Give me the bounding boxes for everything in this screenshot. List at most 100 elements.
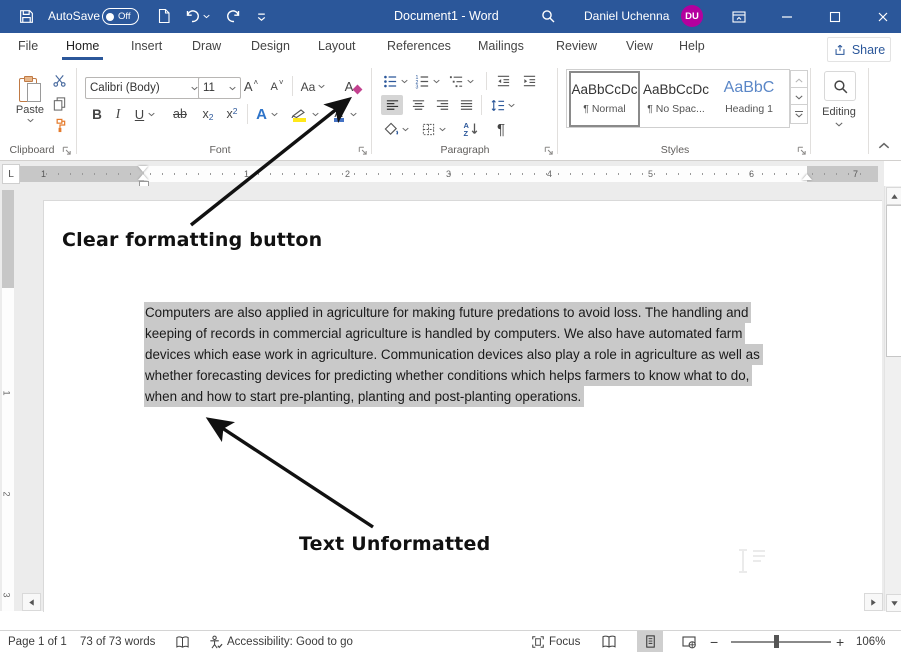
focus-mode-button[interactable]: Focus xyxy=(531,631,580,653)
line-spacing-button[interactable] xyxy=(487,95,517,115)
share-button[interactable]: Share xyxy=(827,37,891,62)
copy-button[interactable] xyxy=(49,94,69,112)
horizontal-ruler[interactable]: 1 1 2 3 4 5 6 7 xyxy=(20,166,878,182)
style-heading-1[interactable]: AaBbC Heading 1 xyxy=(714,73,784,123)
autosave-toggle[interactable]: Off xyxy=(102,8,139,25)
document-text-line: keeping of records in commercial agricul… xyxy=(144,323,745,344)
chevron-down-icon xyxy=(312,112,319,117)
shrink-font-button[interactable]: A˅ xyxy=(266,76,288,97)
scrollbar-thumb[interactable] xyxy=(886,205,901,357)
strikethrough-button[interactable]: ab xyxy=(168,104,192,124)
zoom-in-button[interactable]: + xyxy=(836,631,844,653)
style-normal[interactable]: AaBbCcDc ¶ Normal xyxy=(569,71,640,127)
search-icon[interactable] xyxy=(540,8,556,24)
numbering-button[interactable] xyxy=(413,72,441,90)
selected-paragraph[interactable]: Computers are also applied in agricultur… xyxy=(144,302,763,407)
avatar[interactable]: DU xyxy=(681,5,703,27)
tab-insert[interactable]: Insert xyxy=(131,39,162,53)
decrease-indent-button[interactable] xyxy=(493,72,513,90)
tab-mailings[interactable]: Mailings xyxy=(478,39,524,53)
tab-draw[interactable]: Draw xyxy=(192,39,221,53)
save-icon[interactable] xyxy=(18,8,35,25)
chevron-down-icon xyxy=(271,112,278,117)
align-right-button[interactable] xyxy=(431,95,453,115)
tab-layout[interactable]: Layout xyxy=(318,39,356,53)
zoom-out-button[interactable]: − xyxy=(710,631,718,653)
proofing-status[interactable] xyxy=(175,631,190,653)
multilevel-list-button[interactable] xyxy=(447,72,475,90)
maximize-button[interactable] xyxy=(818,0,852,33)
scroll-up-button[interactable] xyxy=(886,187,901,205)
styles-more-button[interactable] xyxy=(790,104,808,124)
collapse-ribbon-button[interactable] xyxy=(878,142,890,149)
clipboard-dialog-launcher[interactable] xyxy=(61,145,72,156)
grow-font-button[interactable]: A˄ xyxy=(240,76,262,97)
tab-review[interactable]: Review xyxy=(556,39,597,53)
bold-button[interactable]: B xyxy=(88,104,106,124)
undo-button[interactable] xyxy=(184,8,210,24)
redo-button[interactable] xyxy=(226,8,242,24)
format-painter-button[interactable] xyxy=(49,116,69,134)
font-size-combo[interactable]: 11 xyxy=(198,77,241,99)
show-hide-pilcrow-button[interactable]: ¶ xyxy=(491,118,511,140)
print-layout-button[interactable] xyxy=(637,631,663,652)
ribbon-display-options-button[interactable] xyxy=(722,0,756,33)
sort-button[interactable] xyxy=(459,119,483,139)
subscript-button[interactable]: x2 xyxy=(197,104,219,124)
tab-home[interactable]: Home xyxy=(66,39,99,53)
chevron-down-icon[interactable] xyxy=(835,122,843,127)
bullets-button[interactable] xyxy=(381,72,409,90)
hanging-indent-marker[interactable] xyxy=(138,174,148,180)
align-left-button[interactable] xyxy=(381,95,403,115)
text-effects-button[interactable]: A xyxy=(252,104,282,124)
zoom-level[interactable]: 106% xyxy=(856,631,885,653)
user-name[interactable]: Daniel Uchenna xyxy=(584,9,669,23)
tab-help[interactable]: Help xyxy=(679,39,705,53)
tab-file[interactable]: File xyxy=(18,39,38,53)
right-indent-marker[interactable] xyxy=(802,174,812,180)
italic-button[interactable]: I xyxy=(110,104,126,124)
accessibility-status[interactable]: Accessibility: Good to go xyxy=(208,631,353,653)
shading-button[interactable] xyxy=(381,119,411,139)
word-count[interactable]: 73 of 73 words xyxy=(80,631,155,653)
scroll-down-button[interactable] xyxy=(886,594,901,612)
underline-button[interactable]: U xyxy=(130,104,160,124)
editing-group-button[interactable] xyxy=(824,71,856,101)
cut-button[interactable] xyxy=(49,71,69,89)
tab-references[interactable]: References xyxy=(387,39,451,53)
zoom-slider-track[interactable] xyxy=(731,641,831,643)
tab-stop-selector[interactable]: L xyxy=(2,164,20,184)
superscript-button[interactable]: x2 xyxy=(221,104,243,124)
paste-button[interactable]: Paste xyxy=(10,68,50,130)
font-name-combo[interactable]: Calibri (Body) xyxy=(85,77,203,99)
tab-view[interactable]: View xyxy=(626,39,653,53)
borders-button[interactable] xyxy=(417,119,449,139)
vertical-ruler[interactable]: 1 2 3 xyxy=(2,190,14,611)
first-line-indent-marker[interactable] xyxy=(138,166,148,172)
new-document-icon[interactable] xyxy=(156,8,172,24)
zoom-slider-thumb[interactable] xyxy=(774,635,779,648)
text-highlight-button[interactable] xyxy=(289,102,321,126)
clear-formatting-button[interactable]: A xyxy=(340,75,366,97)
vertical-scrollbar[interactable] xyxy=(884,186,901,611)
styles-dialog-launcher[interactable] xyxy=(796,145,807,156)
increase-indent-button[interactable] xyxy=(519,72,539,90)
quick-access-more-icon[interactable] xyxy=(254,9,269,24)
read-mode-button[interactable] xyxy=(601,631,617,653)
minimize-button[interactable] xyxy=(770,0,804,33)
page-indicator[interactable]: Page 1 of 1 xyxy=(8,631,67,653)
hscroll-right-button[interactable] xyxy=(864,593,883,611)
font-color-button[interactable]: A xyxy=(328,102,360,126)
font-dialog-launcher[interactable] xyxy=(357,145,368,156)
hscroll-left-button[interactable] xyxy=(22,593,41,611)
paragraph-dialog-launcher[interactable] xyxy=(543,145,554,156)
close-button[interactable] xyxy=(866,0,900,33)
shading-icon xyxy=(384,122,399,137)
align-center-button[interactable] xyxy=(407,95,429,115)
style-no-spacing[interactable]: AaBbCcDc ¶ No Spac... xyxy=(642,73,710,123)
web-layout-button[interactable] xyxy=(681,631,697,653)
justify-button[interactable] xyxy=(455,95,477,115)
tab-design[interactable]: Design xyxy=(251,39,290,53)
change-case-button[interactable]: Aa xyxy=(297,76,329,97)
autosave-state: Off xyxy=(118,11,131,22)
